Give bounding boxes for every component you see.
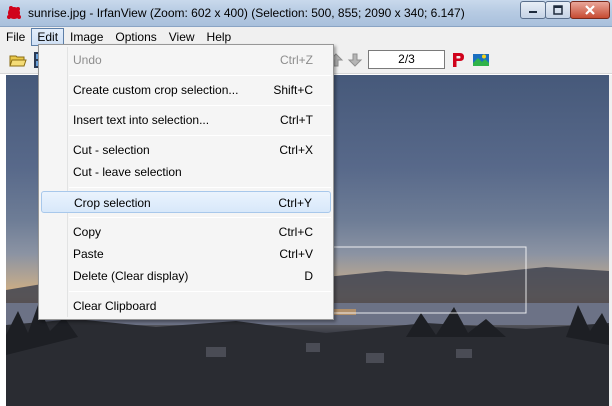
open-folder-icon[interactable]: [9, 51, 27, 69]
menu-item-paste[interactable]: Paste Ctrl+V: [41, 243, 331, 265]
menu-item-delete-clear-display[interactable]: Delete (Clear display) D: [41, 265, 331, 287]
close-button[interactable]: [570, 1, 610, 19]
title-bar: sunrise.jpg - IrfanView (Zoom: 602 x 400…: [0, 0, 612, 27]
edit-menu-dropdown: Undo Ctrl+Z Create custom crop selection…: [38, 44, 334, 320]
menu-item-shortcut: Ctrl+X: [279, 143, 313, 157]
menu-item-label: Cut - selection: [73, 143, 150, 157]
menu-separator: [69, 75, 331, 76]
menu-item-label: Cut - leave selection: [73, 165, 182, 179]
menu-separator: [69, 105, 331, 106]
menu-item-shortcut: Ctrl+T: [280, 113, 313, 127]
menu-item-shortcut: Ctrl+C: [278, 225, 313, 239]
page-counter: 2/3: [368, 50, 445, 69]
menu-item-label: Delete (Clear display): [73, 269, 189, 283]
close-icon: [585, 5, 595, 15]
menu-separator: [69, 217, 331, 218]
irfanview-logo-icon[interactable]: [472, 51, 490, 69]
down-arrow-icon[interactable]: [346, 51, 364, 69]
minimize-button[interactable]: [520, 1, 546, 19]
menu-item-shortcut: Shift+C: [273, 83, 313, 97]
menu-item-shortcut: Ctrl+V: [279, 247, 313, 261]
menu-item-cut-selection[interactable]: Cut - selection Ctrl+X: [41, 139, 331, 161]
menu-file[interactable]: File: [0, 28, 31, 46]
print-p-icon[interactable]: [449, 51, 467, 69]
menu-item-label: Copy: [73, 225, 102, 239]
menu-item-cut-leave-selection[interactable]: Cut - leave selection: [41, 161, 331, 183]
menu-item-label: Clear Clipboard: [73, 299, 157, 313]
menu-item-insert-text[interactable]: Insert text into selection... Ctrl+T: [41, 109, 331, 131]
minimize-icon: [529, 11, 537, 13]
menu-item-label: Insert text into selection...: [73, 113, 210, 127]
menu-separator: [69, 291, 331, 292]
menu-separator: [69, 135, 331, 136]
menu-item-label: Undo: [73, 53, 102, 67]
menu-item-label: Create custom crop selection...: [73, 83, 239, 97]
menu-item-label: Paste: [73, 247, 104, 261]
window-title: sunrise.jpg - IrfanView (Zoom: 602 x 400…: [28, 6, 465, 20]
menu-separator: [69, 187, 331, 188]
menu-item-shortcut: Ctrl+Z: [280, 53, 313, 67]
menu-item-label: Crop selection: [74, 196, 151, 210]
menu-item-copy[interactable]: Copy Ctrl+C: [41, 221, 331, 243]
menu-item-create-custom-crop[interactable]: Create custom crop selection... Shift+C: [41, 79, 331, 101]
menu-item-shortcut: Ctrl+Y: [278, 196, 312, 210]
irfanview-app-icon[interactable]: [6, 5, 22, 21]
menu-item-clear-clipboard[interactable]: Clear Clipboard: [41, 295, 331, 317]
maximize-icon: [553, 5, 563, 15]
maximize-button[interactable]: [545, 1, 571, 19]
menu-item-undo[interactable]: Undo Ctrl+Z: [41, 49, 331, 71]
menu-item-shortcut: D: [304, 269, 313, 283]
menu-item-crop-selection[interactable]: Crop selection Ctrl+Y: [41, 191, 331, 213]
